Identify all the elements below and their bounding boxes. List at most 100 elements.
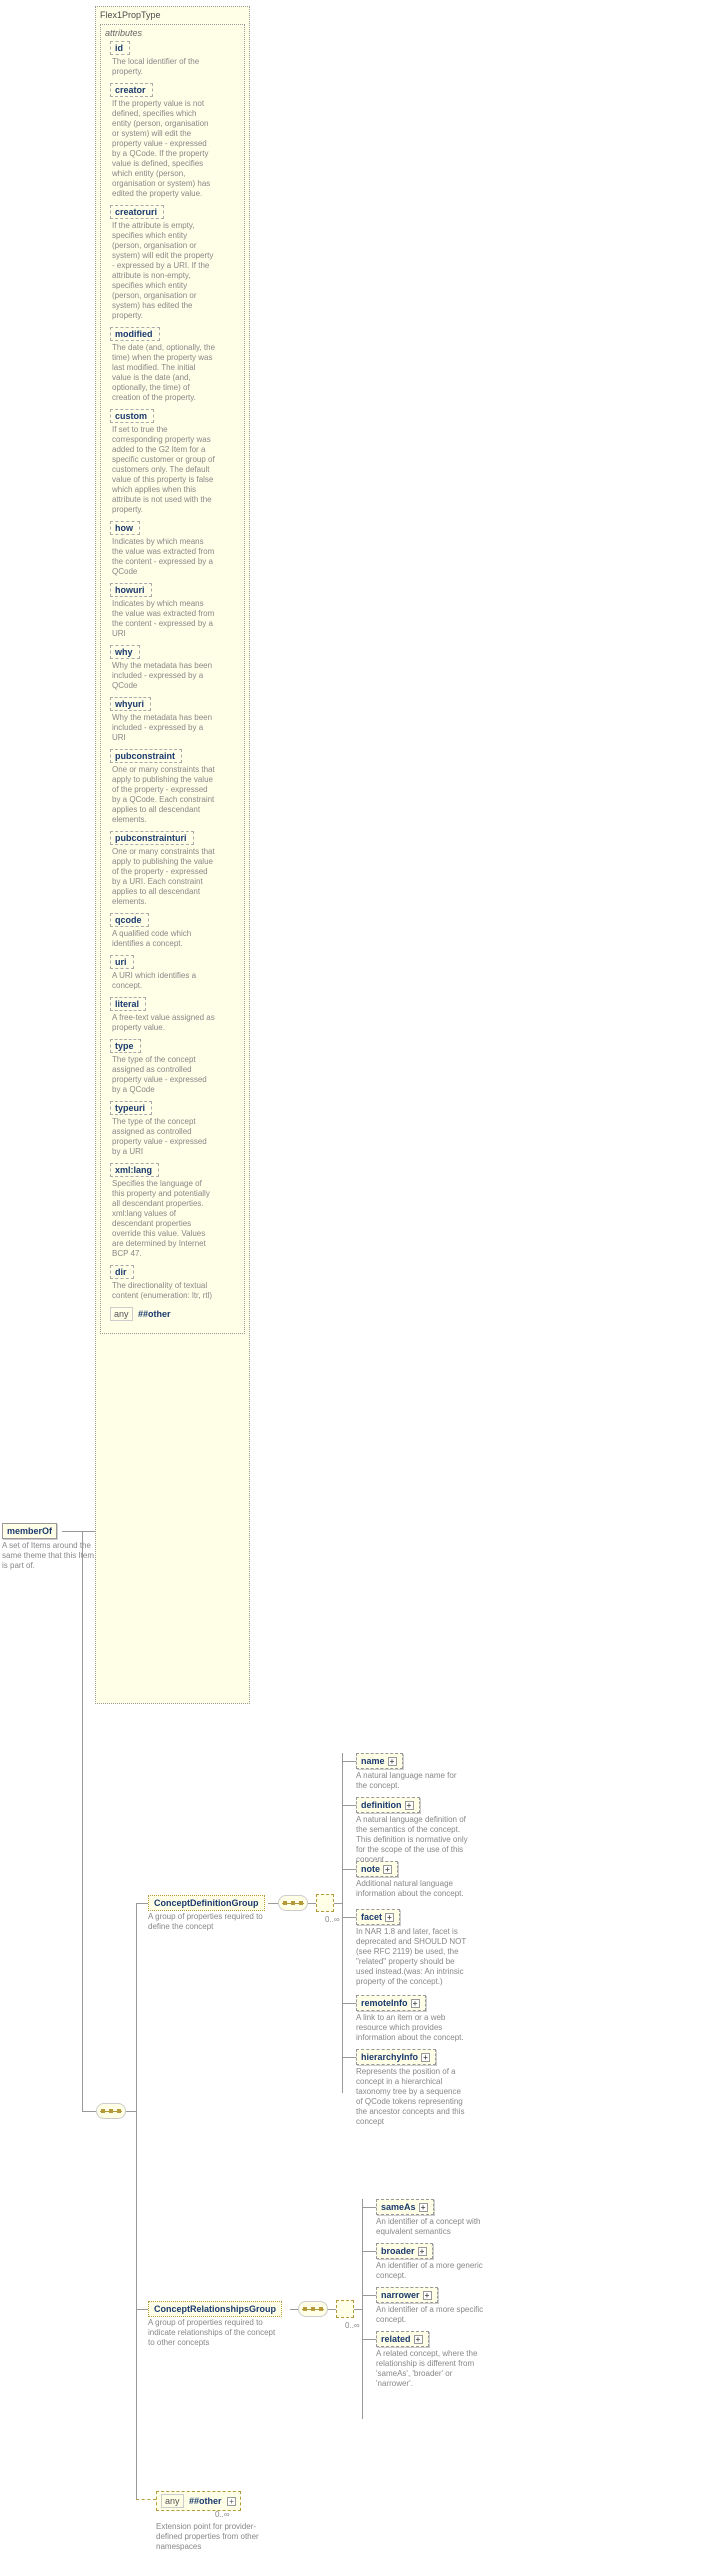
expand-icon: +	[411, 1999, 420, 2008]
connector	[136, 1903, 148, 1904]
any-other-label-attr: ##other	[138, 1309, 171, 1319]
element-label: facet	[361, 1912, 382, 1922]
memberof-label: memberOf	[7, 1526, 52, 1536]
attribute-item-howuri: howuriIndicates by which means the value…	[110, 583, 222, 639]
element-desc: An identifier of a concept with equivale…	[376, 2217, 488, 2237]
attribute-label: qcode	[110, 913, 149, 927]
conceptrelationshipsgroup-desc: A group of properties required to indica…	[148, 2318, 278, 2348]
attribute-item-pubconstrainturi: pubconstrainturiOne or many constraints …	[110, 831, 222, 907]
element-label: note	[361, 1864, 380, 1874]
element-narrower: narrower+	[376, 2287, 438, 2303]
flex1proptype-box: Flex1PropType attributes idThe local ide…	[95, 6, 250, 1704]
attribute-label: pubconstrainturi	[110, 831, 194, 845]
attribute-desc: The type of the concept assigned as cont…	[110, 1053, 216, 1095]
element-desc: In NAR 1.8 and later, facet is deprecate…	[356, 1927, 468, 1987]
attribute-label: typeuri	[110, 1101, 152, 1115]
any-other-label: ##other	[189, 2496, 222, 2506]
connector	[328, 2309, 336, 2310]
attribute-label: xml:lang	[110, 1163, 159, 1177]
any-other-element: any ##other +	[156, 2491, 241, 2511]
attribute-item-creator: creatorIf the property value is not defi…	[110, 83, 222, 199]
conceptdefinitiongroup-desc: A group of properties required to define…	[148, 1912, 268, 1932]
element-label: definition	[361, 1800, 402, 1810]
connector	[82, 1531, 83, 2111]
expand-icon: +	[421, 2053, 430, 2062]
connector	[342, 1761, 356, 1762]
connector	[136, 2309, 148, 2310]
choice-icon	[316, 1894, 334, 1912]
conceptrelationshipsgroup-box: ConceptRelationshipsGroup	[148, 2301, 282, 2317]
element-label: narrower	[381, 2290, 420, 2300]
attribute-label: uri	[110, 955, 134, 969]
memberof-element: memberOf	[2, 1523, 57, 1539]
sequence-icon	[278, 1895, 308, 1911]
element-desc: A natural language name for the concept.	[356, 1771, 468, 1791]
element-desc: A natural language definition of the sem…	[356, 1815, 468, 1865]
expand-icon: +	[227, 2497, 236, 2506]
connector	[342, 2057, 356, 2058]
attribute-desc: Indicates by which means the value was e…	[110, 535, 216, 577]
element-desc: An identifier of a more generic concept.	[376, 2261, 488, 2281]
attribute-desc: Why the metadata has been included - exp…	[110, 711, 216, 743]
element-facet: facet+	[356, 1909, 400, 1925]
sequence-icon	[96, 2103, 126, 2119]
connector-dashed	[136, 2499, 156, 2500]
attribute-item-qcode: qcodeA qualified code which identifies a…	[110, 913, 222, 949]
connector	[136, 1903, 137, 2499]
attribute-label: creator	[110, 83, 153, 97]
attribute-desc: Indicates by which means the value was e…	[110, 597, 216, 639]
element-label: hierarchyInfo	[361, 2052, 418, 2062]
occurrence-label: 0..∞	[215, 2510, 230, 2519]
attribute-item-why: whyWhy the metadata has been included - …	[110, 645, 222, 691]
choice-icon	[336, 2300, 354, 2318]
attribute-label: custom	[110, 409, 154, 423]
attribute-label: howuri	[110, 583, 152, 597]
expand-icon: +	[385, 1913, 394, 1922]
element-note: note+	[356, 1861, 398, 1877]
connector	[342, 1869, 356, 1870]
element-label: remoteInfo	[361, 1998, 408, 2008]
connector	[342, 1805, 356, 1806]
attribute-desc: Specifies the language of this property …	[110, 1177, 216, 1259]
attribute-desc: One or many constraints that apply to pu…	[110, 763, 216, 825]
occurrence-label: 0..∞	[345, 2321, 360, 2330]
expand-icon: +	[383, 1865, 392, 1874]
connector	[290, 2309, 298, 2310]
attribute-item-pubconstraint: pubconstraintOne or many constraints tha…	[110, 749, 222, 825]
connector	[362, 2207, 376, 2208]
element-label: related	[381, 2334, 411, 2344]
occurrence-label: 0..∞	[325, 1915, 340, 1924]
attribute-label: creatoruri	[110, 205, 164, 219]
element-desc: A related concept, where the relationshi…	[376, 2349, 488, 2389]
type-title: Flex1PropType	[100, 9, 245, 22]
attribute-item-dir: dirThe directionality of textual content…	[110, 1265, 222, 1301]
attribute-label: whyuri	[110, 697, 151, 711]
element-desc: Additional natural language information …	[356, 1879, 468, 1899]
connector	[126, 2111, 136, 2112]
extension-desc: Extension point for provider-defined pro…	[156, 2522, 276, 2552]
element-broader: broader+	[376, 2243, 433, 2259]
attribute-item-creatoruri: creatoruriIf the attribute is empty, spe…	[110, 205, 222, 321]
connector	[308, 1903, 316, 1904]
attribute-desc: One or many constraints that apply to pu…	[110, 845, 216, 907]
expand-icon: +	[423, 2291, 432, 2300]
attribute-desc: The date (and, optionally, the time) whe…	[110, 341, 216, 403]
element-label: sameAs	[381, 2202, 416, 2212]
attribute-item-how: howIndicates by which means the value wa…	[110, 521, 222, 577]
attribute-desc: The type of the concept assigned as cont…	[110, 1115, 216, 1157]
attribute-label: why	[110, 645, 140, 659]
attribute-item-whyuri: whyuriWhy the metadata has been included…	[110, 697, 222, 743]
element-label: broader	[381, 2246, 415, 2256]
element-desc: Represents the position of a concept in …	[356, 2067, 468, 2127]
attribute-desc: If the attribute is empty, specifies whi…	[110, 219, 216, 321]
attribute-item-literal: literalA free-text value assigned as pro…	[110, 997, 222, 1033]
attributes-frame: attributes idThe local identifier of the…	[100, 24, 245, 1334]
attributes-list: idThe local identifier of the property.c…	[110, 41, 222, 1301]
expand-icon: +	[405, 1801, 414, 1810]
connector	[342, 1917, 356, 1918]
connector	[362, 2295, 376, 2296]
expand-icon: +	[414, 2335, 423, 2344]
any-attribute: any	[110, 1307, 133, 1321]
attribute-desc: A URI which identifies a concept.	[110, 969, 216, 991]
element-desc: An identifier of a more specific concept…	[376, 2305, 488, 2325]
